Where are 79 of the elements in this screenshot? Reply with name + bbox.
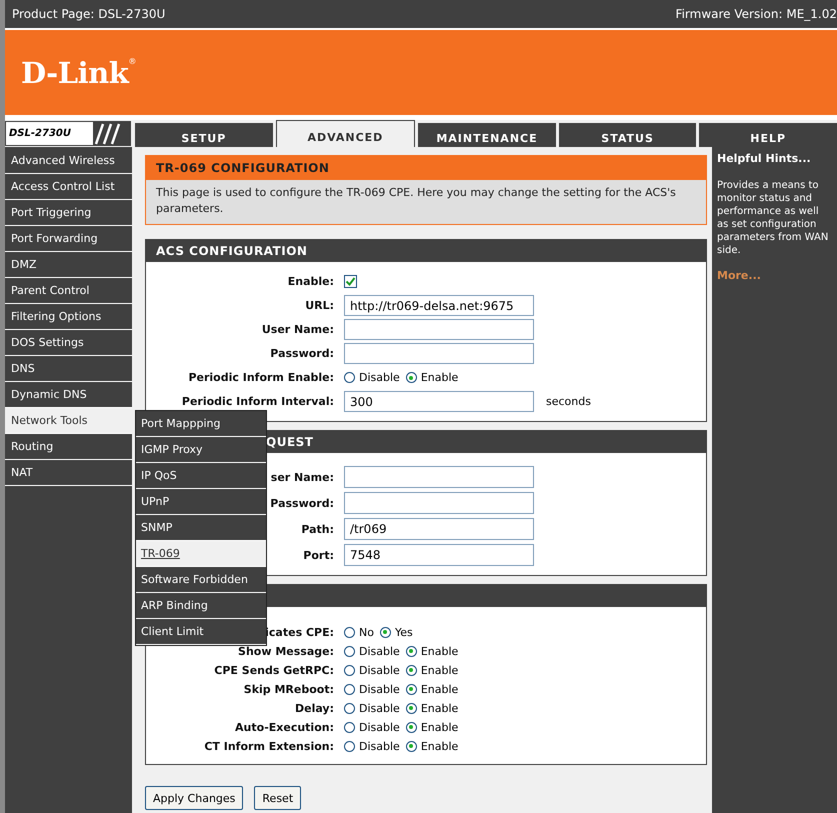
- radio-label: Enable: [420, 702, 458, 714]
- page-title: TR-069 CONFIGURATION: [146, 156, 706, 180]
- text-field[interactable]: [344, 466, 534, 488]
- field-label: CT Inform Extension:: [204, 740, 334, 752]
- text-field[interactable]: [344, 492, 534, 514]
- radio-label: Enable: [420, 664, 458, 676]
- text-field[interactable]: http://tr069-delsa.net:9675: [344, 295, 534, 316]
- radio-button[interactable]: [406, 684, 417, 694]
- radio-label: Disable: [359, 702, 400, 714]
- text-field[interactable]: 300: [344, 391, 534, 412]
- field-label: User Name:: [262, 323, 334, 336]
- radio-label: Disable: [359, 720, 400, 734]
- radio-label: Disable: [359, 644, 400, 658]
- radio-label: Disable: [359, 740, 400, 752]
- text-field[interactable]: [344, 343, 534, 364]
- field-label: Auto-Execution:: [235, 720, 334, 734]
- hints-text: Provides a means to monitor status and performance as well as set configuration parameters from WAN side.: [717, 179, 830, 257]
- action-button[interactable]: Apply Changes: [145, 786, 244, 810]
- radio-label: Enable: [420, 371, 458, 384]
- action-button[interactable]: Reset: [254, 786, 302, 810]
- radio-button[interactable]: [344, 740, 355, 752]
- nav-tab[interactable]: SETUP: [135, 123, 273, 147]
- submenu-item[interactable]: TR-069: [136, 541, 266, 567]
- radio-label: Enable: [420, 682, 458, 696]
- radio-label: Yes: [394, 626, 413, 638]
- text-field[interactable]: [344, 319, 534, 340]
- radio-label: No: [359, 626, 374, 638]
- radio-button[interactable]: [406, 646, 417, 656]
- field-label: Show Message:: [238, 644, 334, 658]
- radio-label: Enable: [420, 720, 458, 734]
- radio-button[interactable]: [344, 626, 355, 638]
- unit-text: seconds: [546, 395, 591, 408]
- radio-label: Disable: [359, 664, 400, 676]
- radio-button[interactable]: [344, 372, 355, 383]
- field-label: Password:: [270, 496, 334, 510]
- sidebar-item[interactable]: Network Tools: [5, 408, 132, 434]
- radio-button[interactable]: [406, 664, 417, 676]
- radio-label: Enable: [420, 740, 458, 752]
- field-label: Port:: [303, 548, 334, 562]
- logo-text: D-Link: [21, 56, 128, 90]
- model-text: DSL-2730U: [9, 128, 71, 139]
- text-field[interactable]: /tr069: [344, 518, 534, 540]
- enable-checkbox[interactable]: [344, 275, 357, 288]
- section-title: ACS CONFIGURATION: [155, 244, 308, 258]
- more-link[interactable]: More...: [717, 269, 761, 282]
- intro-text: This page is used to configure the TR-069 CPE. Here you may change the setting for the ACS's parameters.: [155, 185, 677, 217]
- radio-button[interactable]: [406, 722, 417, 732]
- field-label: Password:: [270, 347, 334, 360]
- nav-tab[interactable]: HELP: [699, 123, 837, 147]
- radio-button[interactable]: [406, 740, 417, 752]
- field-label: Path:: [301, 522, 334, 536]
- nav-tab[interactable]: MAINTENANCE: [418, 123, 556, 147]
- field-label: Periodic Inform Enable:: [188, 371, 334, 384]
- radio-label: Disable: [359, 371, 400, 384]
- firmware-version-text: Firmware Version: ME_1.02: [676, 7, 837, 21]
- radio-button[interactable]: [406, 372, 417, 383]
- hints-title: Helpful Hints...: [717, 152, 811, 165]
- radio-label: Disable: [359, 682, 400, 696]
- field-label: Delay:: [294, 702, 334, 714]
- section-title: QUEST: [266, 435, 314, 449]
- text-field[interactable]: 7548: [344, 544, 534, 566]
- field-label: ser Name:: [270, 470, 334, 484]
- radio-button[interactable]: [344, 646, 355, 656]
- radio-button[interactable]: [344, 722, 355, 732]
- radio-button[interactable]: [380, 626, 391, 638]
- registered-mark: ®: [128, 57, 136, 66]
- radio-button[interactable]: [406, 702, 417, 714]
- radio-button[interactable]: [344, 702, 355, 714]
- field-label: Periodic Inform Interval:: [182, 395, 334, 408]
- nav-tab[interactable]: ADVANCED: [276, 120, 416, 147]
- field-label: URL:: [305, 299, 334, 312]
- field-label: Skip MReboot:: [244, 682, 334, 696]
- field-label: CPE Sends GetRPC:: [214, 664, 334, 676]
- radio-label: Enable: [420, 644, 458, 658]
- field-label: Enable:: [288, 275, 334, 288]
- nav-tab[interactable]: STATUS: [558, 123, 696, 147]
- radio-button[interactable]: [344, 664, 355, 676]
- radio-button[interactable]: [344, 684, 355, 694]
- product-page-text: Product Page: DSL-2730U: [12, 7, 166, 21]
